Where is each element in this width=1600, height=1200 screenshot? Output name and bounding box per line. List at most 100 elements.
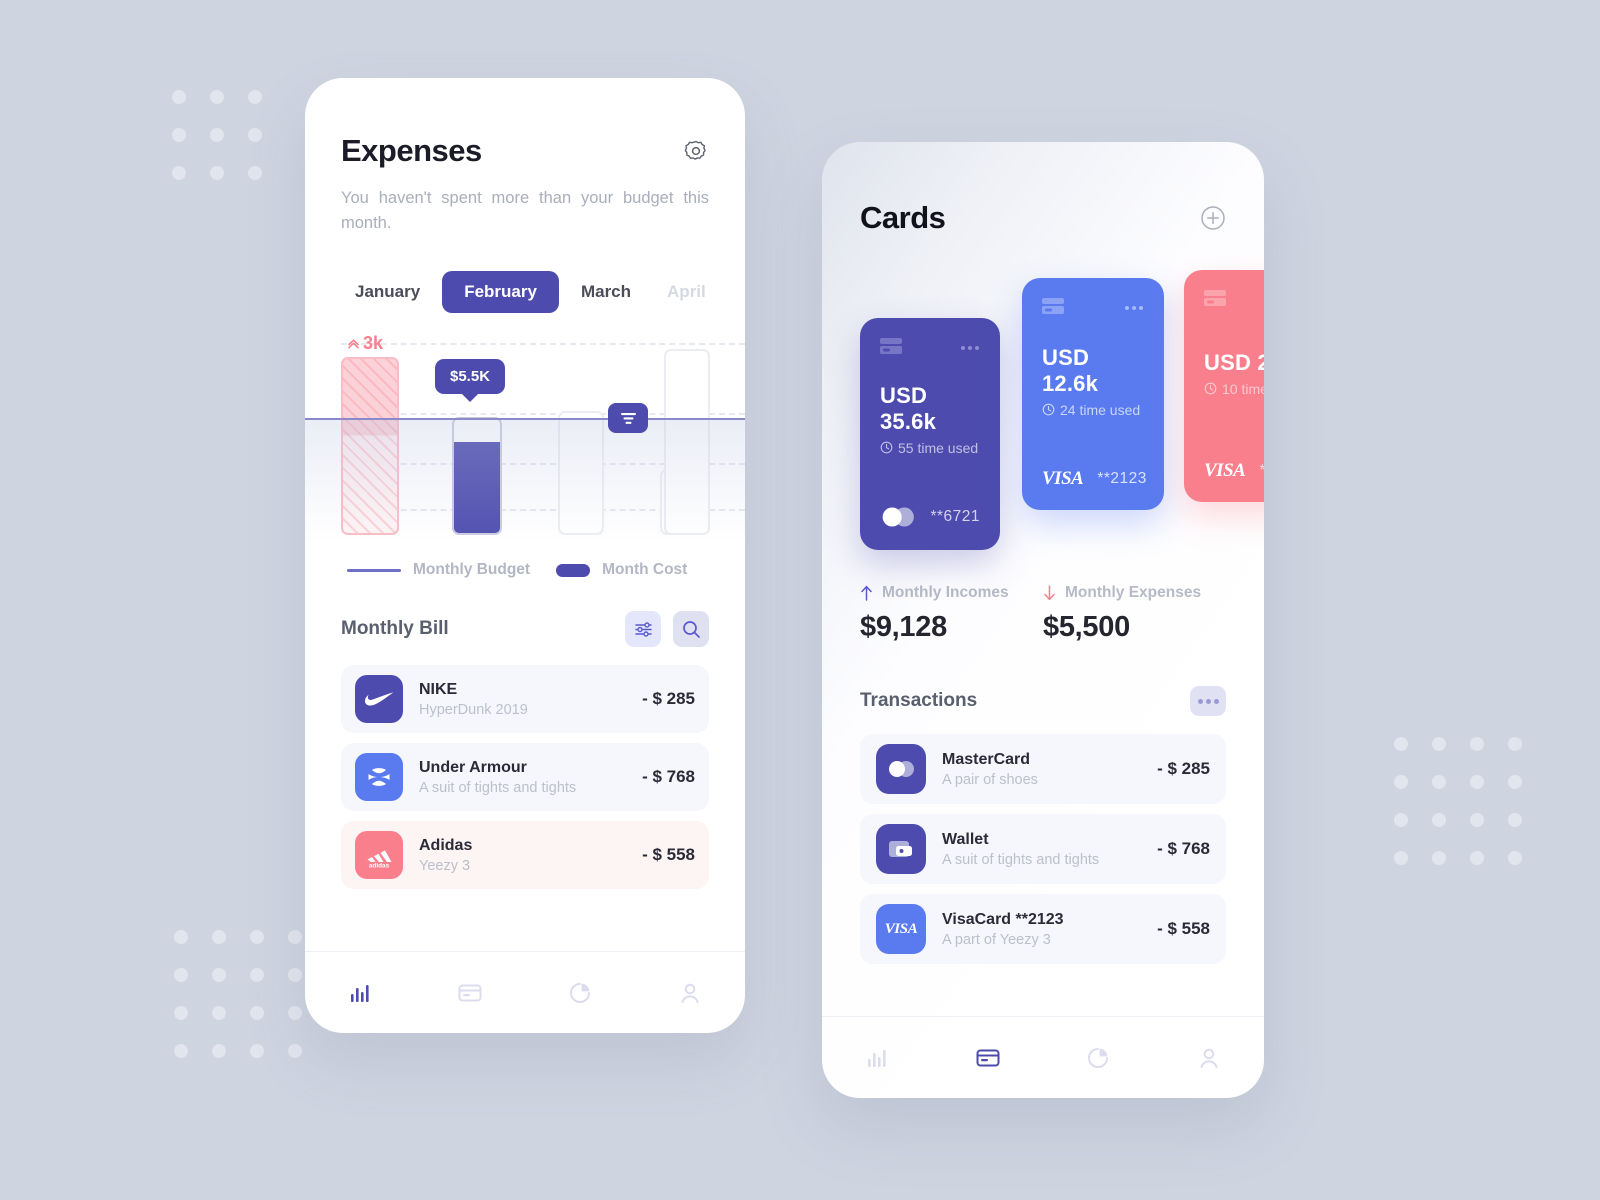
decorative-dot — [1508, 813, 1522, 827]
transaction-row[interactable]: Wallet A suit of tights and tights - $ 768 — [860, 814, 1226, 884]
decorative-dot — [172, 90, 186, 104]
sliders-icon[interactable] — [625, 611, 661, 647]
decorative-dot — [212, 968, 226, 982]
tab-cards[interactable] — [964, 1034, 1012, 1082]
cards-screen: Cards USD 35.6k 55 time used **6721 USD … — [822, 142, 1264, 1098]
bill-description: Yeezy 3 — [419, 857, 471, 874]
budget-line-fill — [305, 419, 745, 539]
decorative-dot — [1508, 775, 1522, 789]
decorative-dot — [172, 128, 186, 142]
bar-chart-icon — [351, 984, 369, 1002]
card-number: **6721 — [930, 508, 980, 525]
bar-chart-icon — [868, 1049, 886, 1067]
transaction-description: A pair of shoes — [942, 771, 1038, 788]
bill-row[interactable]: Under Armour A suit of tights and tights -… — [341, 743, 709, 811]
bank-card-visa-2123[interactable]: USD 12.6k 24 time used VISA **2123 — [1022, 278, 1164, 510]
bill-amount: - $ 558 — [642, 845, 695, 864]
decorative-dot-grid-top-left — [172, 90, 262, 180]
transaction-name: Wallet — [942, 830, 989, 848]
card-usage-text: 24 time used — [1060, 401, 1141, 418]
visa-icon: VISA — [1204, 460, 1246, 481]
card-chip-icon — [1204, 290, 1226, 306]
transaction-row[interactable]: MasterCard A pair of shoes - $ 285 — [860, 734, 1226, 804]
card-more-icon[interactable] — [1124, 298, 1144, 316]
month-tabs: January February March April — [341, 271, 709, 313]
decorative-dot — [1394, 851, 1408, 865]
more-dots-icon[interactable] — [1190, 686, 1226, 716]
decorative-dot-grid-bottom-left — [174, 930, 302, 1058]
tab-profile[interactable] — [666, 969, 714, 1017]
transaction-description: A part of Yeezy 3 — [942, 931, 1051, 948]
tab-statistics[interactable] — [853, 1034, 901, 1082]
tab-analytics[interactable] — [556, 969, 604, 1017]
decorative-dot — [212, 1006, 226, 1020]
bill-amount: - $ 285 — [642, 689, 695, 708]
decorative-dot — [248, 90, 262, 104]
filter-lines-icon[interactable] — [608, 403, 648, 433]
monthly-budget-line — [305, 418, 745, 420]
legend-item-monthly-budget: Monthly Budget — [347, 561, 530, 579]
decorative-dot-grid-right — [1394, 737, 1522, 865]
chart-gridline — [341, 343, 745, 345]
gear-icon[interactable] — [683, 138, 709, 164]
mastercard-icon — [889, 761, 914, 777]
decorative-dot — [1508, 851, 1522, 865]
decorative-dot — [210, 128, 224, 142]
decorative-dot — [248, 166, 262, 180]
card-amount: USD 35.6k — [880, 382, 937, 434]
cards-tabbar — [822, 1016, 1264, 1098]
bank-card-mastercard[interactable]: USD 35.6k 55 time used **6721 — [860, 318, 1000, 550]
transaction-description: A suit of tights and tights — [942, 851, 1100, 868]
tab-analytics[interactable] — [1074, 1034, 1122, 1082]
tab-cards[interactable] — [446, 969, 494, 1017]
card-more-icon[interactable] — [960, 338, 980, 356]
expenses-screen: Expenses You haven't spent more than you… — [305, 78, 745, 1033]
clock-icon — [1204, 382, 1217, 395]
card-usage: 10 time used — [1204, 381, 1264, 397]
decorative-dot — [210, 166, 224, 180]
bill-row[interactable]: adidas Adidas Yeezy 3 - $ 558 — [341, 821, 709, 889]
cards-page-title: Cards — [860, 200, 946, 235]
page-title: Expenses — [341, 133, 482, 168]
bank-card-visa-0058[interactable]: USD 2.5k 10 time used VISA **0058 — [1184, 270, 1264, 502]
legend-label: Month Cost — [602, 561, 688, 578]
adidas-logo: adidas — [355, 831, 403, 879]
month-tab-february[interactable]: February — [442, 271, 559, 313]
stat-label: Monthly Incomes — [860, 584, 1043, 602]
transaction-name: MasterCard — [942, 750, 1031, 768]
pie-chart-icon — [570, 982, 590, 1003]
decorative-dot — [172, 166, 186, 180]
decorative-dot — [1394, 775, 1408, 789]
tab-profile[interactable] — [1185, 1034, 1233, 1082]
decorative-dot — [288, 1006, 302, 1020]
decorative-dot — [212, 1044, 226, 1058]
stat-value: $5,500 — [1043, 611, 1130, 643]
credit-card-icon — [976, 1049, 1000, 1066]
month-tab-january[interactable]: January — [341, 271, 434, 313]
transaction-amount: - $ 558 — [1157, 919, 1210, 938]
clock-icon — [880, 441, 893, 454]
month-tab-march[interactable]: March — [567, 271, 645, 313]
monthly-bill-title: Monthly Bill — [341, 618, 449, 639]
stat-value: $9,128 — [860, 611, 947, 643]
plus-circle-icon[interactable] — [1200, 205, 1226, 231]
legend-item-month-cost: Month Cost — [556, 561, 687, 579]
tab-statistics[interactable] — [336, 969, 384, 1017]
card-usage-text: 10 time used — [1222, 380, 1264, 397]
stat-label: Monthly Expenses — [1043, 584, 1226, 602]
card-amount: USD 2.5k — [1204, 349, 1264, 375]
cards-carousel: USD 35.6k 55 time used **6721 USD 12.6k … — [822, 258, 1264, 550]
transaction-row[interactable]: VISA VisaCard **2123 A part of Yeezy 3 - $ … — [860, 894, 1226, 964]
bill-brand-name: Under Armour — [419, 758, 527, 776]
card-number: **2123 — [1097, 470, 1147, 487]
transaction-amount: - $ 285 — [1157, 759, 1210, 778]
bill-description: A suit of tights and tights — [419, 779, 577, 796]
decorative-dot — [250, 968, 264, 982]
month-tab-april[interactable]: April — [653, 271, 720, 313]
bill-row[interactable]: NIKE HyperDunk 2019 - $ 285 — [341, 665, 709, 733]
search-icon[interactable] — [673, 611, 709, 647]
chart-annotation-3k: 3k — [347, 333, 383, 354]
decorative-dot — [288, 1044, 302, 1058]
card-chip-icon — [1042, 298, 1064, 314]
wallet-icon — [889, 841, 912, 857]
